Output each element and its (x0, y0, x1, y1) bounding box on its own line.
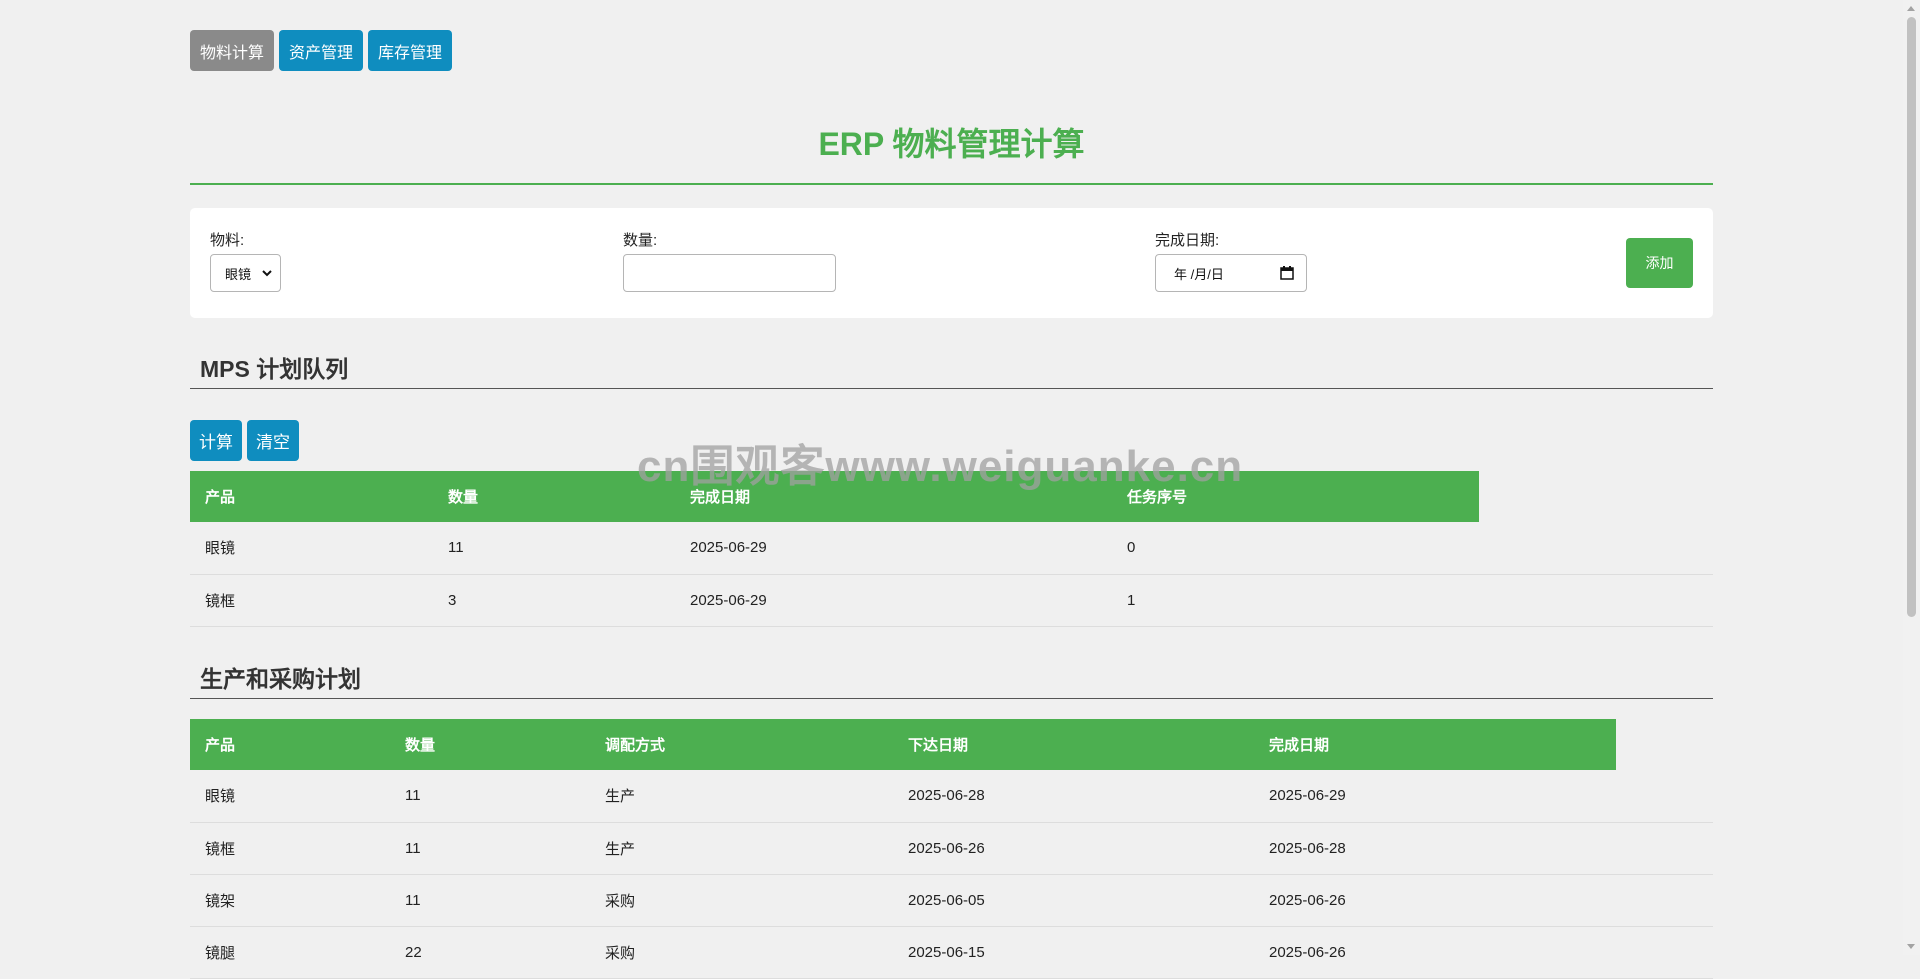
table-cell: 镜架 (190, 874, 390, 927)
material-group: 物料: 眼镜 (210, 230, 281, 292)
table-cell (1616, 874, 1713, 927)
plan-header-row: 产品 数量 调配方式 下达日期 完成日期 (190, 719, 1713, 770)
plan-col-release-date: 下达日期 (908, 737, 969, 754)
title-divider (190, 183, 1713, 185)
table-cell: 2025-06-29 (675, 574, 1112, 627)
table-row: 镜腿 22 采购 2025-06-15 2025-06-26 (190, 926, 1713, 979)
tab-inventory-management[interactable]: 库存管理 (368, 30, 453, 71)
calculate-button[interactable]: 计算 (190, 420, 242, 461)
material-label: 物料: (210, 232, 245, 249)
plan-col-method: 调配方式 (605, 737, 666, 754)
table-cell: 眼镜 (190, 522, 433, 575)
table-cell (1616, 770, 1713, 823)
table-cell: 2025-06-28 (893, 770, 1254, 823)
table-cell: 11 (390, 822, 590, 875)
add-button[interactable]: 添加 (1626, 238, 1693, 288)
table-cell: 2025-06-05 (893, 874, 1254, 927)
quantity-label: 数量: (623, 232, 658, 249)
table-row: 镜框 11 生产 2025-06-26 2025-06-28 (190, 822, 1713, 875)
mps-actions: 计算 清空 (190, 420, 299, 461)
table-cell: 11 (433, 522, 675, 575)
mps-col-due-date: 完成日期 (690, 489, 751, 506)
table-row: 眼镜 11 生产 2025-06-28 2025-06-29 (190, 770, 1713, 823)
table-cell: 11 (390, 770, 590, 823)
table-cell: 眼镜 (190, 770, 390, 823)
table-cell: 2025-06-26 (1254, 926, 1616, 979)
mps-col-task-no: 任务序号 (1127, 489, 1188, 506)
table-cell: 11 (390, 874, 590, 927)
mps-table: 产品 数量 完成日期 任务序号 眼镜 11 2025-06-29 0 镜框 3 … (190, 471, 1713, 627)
add-plan-form: 物料: 眼镜 数量: 完成日期: 年 /月/日 添加 (190, 208, 1713, 318)
date-input[interactable]: 年 /月/日 (1155, 254, 1307, 292)
material-select[interactable]: 眼镜 (210, 254, 281, 292)
table-cell: 2025-06-26 (1254, 874, 1616, 927)
table-cell: 2025-06-29 (675, 522, 1112, 575)
calendar-icon[interactable] (1280, 266, 1294, 280)
table-cell (1479, 574, 1713, 627)
table-cell: 2025-06-26 (893, 822, 1254, 875)
scroll-down-arrow-icon[interactable] (1907, 944, 1915, 949)
table-cell: 2025-06-15 (893, 926, 1254, 979)
tab-asset-management[interactable]: 资产管理 (279, 30, 364, 71)
plan-col-due-date: 完成日期 (1269, 737, 1330, 754)
scrollbar-thumb[interactable] (1907, 17, 1916, 617)
table-cell (1479, 522, 1713, 575)
table-row: 镜架 11 采购 2025-06-05 2025-06-26 (190, 874, 1713, 927)
material-select-value: 眼镜 (225, 266, 252, 282)
mps-section-title: MPS 计划队列 (190, 349, 1713, 389)
mps-col-quantity: 数量 (448, 489, 479, 506)
table-cell (1616, 926, 1713, 979)
mps-header-row: 产品 数量 完成日期 任务序号 (190, 471, 1713, 522)
date-placeholder: 年 /月/日 (1174, 266, 1224, 282)
clear-button[interactable]: 清空 (247, 420, 299, 461)
top-nav: 物料计算 资产管理 库存管理 (190, 30, 453, 71)
table-cell: 0 (1112, 522, 1479, 575)
date-label: 完成日期: (1155, 232, 1220, 249)
table-cell: 3 (433, 574, 675, 627)
table-cell: 2025-06-29 (1254, 770, 1616, 823)
plan-col-quantity: 数量 (405, 737, 436, 754)
plan-col-blank (1616, 719, 1713, 770)
mps-col-product: 产品 (205, 489, 236, 506)
table-cell (1616, 822, 1713, 875)
table-cell: 采购 (590, 926, 893, 979)
quantity-input[interactable] (623, 254, 836, 292)
table-cell: 生产 (590, 822, 893, 875)
plan-table: 产品 数量 调配方式 下达日期 完成日期 眼镜 11 生产 2025-06-28… (190, 719, 1713, 979)
vertical-scrollbar[interactable] (1903, 0, 1920, 955)
page-title: ERP 物料管理计算 (818, 126, 1085, 162)
table-cell: 采购 (590, 874, 893, 927)
table-cell: 1 (1112, 574, 1479, 627)
date-group: 完成日期: 年 /月/日 (1155, 230, 1307, 292)
table-cell: 镜框 (190, 822, 390, 875)
chevron-down-icon (262, 269, 272, 276)
plan-col-product: 产品 (205, 737, 236, 754)
table-cell: 镜框 (190, 574, 433, 627)
table-row: 镜框 3 2025-06-29 1 (190, 574, 1713, 627)
table-cell: 生产 (590, 770, 893, 823)
table-cell: 2025-06-28 (1254, 822, 1616, 875)
table-row: 眼镜 11 2025-06-29 0 (190, 522, 1713, 575)
table-cell: 镜腿 (190, 926, 390, 979)
tab-material-calc[interactable]: 物料计算 (190, 30, 275, 71)
mps-col-blank (1479, 471, 1713, 522)
quantity-group: 数量: (623, 230, 836, 292)
plan-section-title: 生产和采购计划 (190, 659, 1713, 699)
table-cell: 22 (390, 926, 590, 979)
scroll-up-arrow-icon[interactable] (1907, 6, 1915, 11)
